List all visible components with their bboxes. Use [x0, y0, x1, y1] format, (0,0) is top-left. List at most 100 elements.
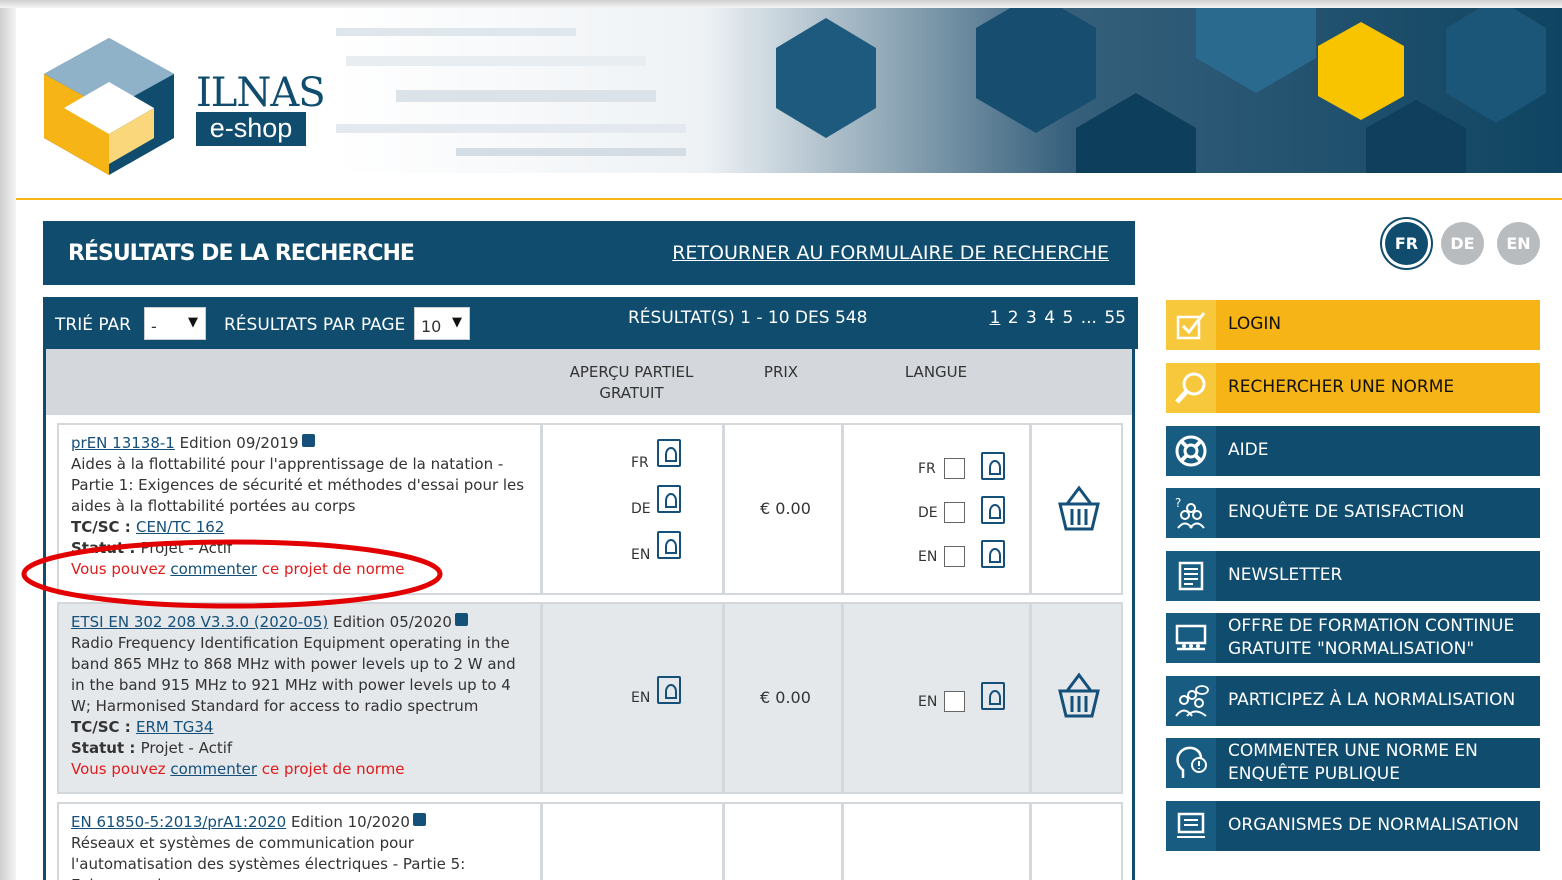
checkbox-icon	[1166, 300, 1216, 350]
pagination: 1 2 3 4 5 ... 55	[990, 308, 1126, 328]
menu-label: NEWSLETTER	[1228, 565, 1343, 585]
price-cell: € 0.00	[723, 423, 843, 595]
lang-fr-checkbox[interactable]	[944, 458, 965, 479]
menu-label-line2: GRATUITE "NORMALISATION"	[1228, 639, 1475, 659]
per-page-select[interactable]: 10 ▼	[414, 307, 470, 340]
preview-lang-en: EN	[631, 690, 651, 706]
row-description: ETSI EN 302 208 V3.3.0 (2020-05) Edition…	[57, 602, 542, 794]
price-cell: € 0.00	[723, 602, 843, 794]
lang-button-en[interactable]: EN	[1497, 222, 1540, 265]
pdf-icon[interactable]	[981, 682, 1005, 710]
menu-satisfaction-survey[interactable]: ? ENQUÊTE DE SATISFACTION	[1166, 488, 1540, 538]
lang-de: DE	[918, 505, 938, 521]
col-price: PRIX	[763, 363, 799, 381]
pdf-icon[interactable]	[657, 439, 681, 467]
result-count: RÉSULTAT(S) 1 - 10 DES 548	[628, 308, 868, 328]
page-link-last[interactable]: 55	[1104, 308, 1126, 328]
annotation-ellipse	[21, 539, 443, 609]
preview-lang-en: EN	[631, 547, 651, 563]
pdf-icon[interactable]	[657, 485, 681, 513]
preview-cell: EN	[541, 602, 724, 794]
page: ILNAS e-shop RÉSULTATS DE LA RECHERCHE R…	[0, 0, 1562, 880]
sort-select[interactable]: - ▼	[144, 307, 206, 340]
sort-value: -	[151, 317, 157, 336]
lang-en-checkbox[interactable]	[944, 546, 965, 567]
standard-title: Radio Frequency Identification Equipment…	[71, 634, 516, 715]
col-language: LANGUE	[904, 363, 968, 381]
rss-icon[interactable]	[412, 813, 426, 826]
results-toolbar: TRIÉ PAR - ▼ RÉSULTATS PAR PAGE 10 ▼ RÉS…	[46, 297, 1138, 349]
menu-newsletter[interactable]: NEWSLETTER	[1166, 551, 1540, 601]
menu-standards-bodies[interactable]: ORGANISMES DE NORMALISATION	[1166, 801, 1540, 851]
standard-link[interactable]: EN 61850-5:2013/prA1:2020	[71, 813, 286, 831]
menu-participate[interactable]: PARTICIPEZ À LA NORMALISATION	[1166, 676, 1540, 726]
menu-label: ENQUÊTE DE SATISFACTION	[1228, 502, 1465, 522]
standard-link[interactable]: ETSI EN 302 208 V3.3.0 (2020-05)	[71, 613, 328, 631]
back-to-search-link[interactable]: RETOURNER AU FORMULAIRE DE RECHERCHE	[672, 242, 1109, 264]
preview-lang-fr: FR	[631, 455, 649, 471]
language-cell	[842, 802, 1031, 880]
menu-label: RECHERCHER UNE NORME	[1228, 377, 1455, 397]
organisations-icon	[1166, 801, 1216, 851]
price: € 0.00	[760, 688, 811, 707]
status-value: Projet - Actif	[140, 739, 233, 757]
comment-post: ce projet de norme	[257, 760, 405, 778]
menu-label: COMMENTER UNE NORME EN ENQUÊTE PUBLIQUE	[1228, 740, 1478, 786]
menu-label: ORGANISMES DE NORMALISATION	[1228, 815, 1519, 835]
menu-search-standard[interactable]: RECHERCHER UNE NORME	[1166, 363, 1540, 413]
pdf-icon[interactable]	[657, 676, 681, 704]
comment-pre: Vous pouvez	[71, 760, 171, 778]
page-link-3[interactable]: 3	[1026, 308, 1037, 328]
training-icon	[1166, 613, 1216, 663]
comment-note: Vous pouvez commenter ce projet de norme	[71, 759, 532, 780]
edition: Edition 10/2020	[290, 813, 410, 831]
menu-comment-standard[interactable]: COMMENTER UNE NORME EN ENQUÊTE PUBLIQUE	[1166, 738, 1540, 788]
lang-button-de[interactable]: DE	[1441, 222, 1484, 265]
row-description: EN 61850-5:2013/prA1:2020 Edition 10/202…	[57, 802, 542, 880]
page-link-2[interactable]: 2	[1008, 308, 1019, 328]
participate-icon	[1166, 676, 1216, 726]
basket-cell	[1030, 802, 1123, 880]
result-row: ETSI EN 302 208 V3.3.0 (2020-05) Edition…	[57, 602, 1123, 794]
results-title: RÉSULTATS DE LA RECHERCHE	[68, 241, 415, 266]
rss-icon[interactable]	[454, 613, 468, 626]
basket-icon[interactable]	[1058, 672, 1100, 720]
col-preview: APERÇU PARTIEL GRATUIT	[559, 362, 704, 404]
sort-label: TRIÉ PAR	[55, 315, 131, 335]
pdf-icon[interactable]	[981, 452, 1005, 480]
menu-help[interactable]: AIDE	[1166, 426, 1540, 476]
rss-icon[interactable]	[301, 434, 315, 447]
lang-en-checkbox[interactable]	[944, 691, 965, 712]
pdf-icon[interactable]	[981, 540, 1005, 568]
comment-link[interactable]: commenter	[170, 760, 257, 778]
preview-lang-de: DE	[631, 501, 651, 517]
hexagon-banner	[336, 8, 1562, 173]
status-label: Statut :	[71, 739, 141, 757]
lang-button-fr[interactable]: FR	[1385, 222, 1428, 265]
menu-label-line1: COMMENTER UNE NORME EN	[1228, 741, 1478, 761]
per-page-value: 10	[421, 317, 442, 336]
pdf-icon[interactable]	[657, 531, 681, 559]
menu-login[interactable]: LOGIN	[1166, 300, 1540, 350]
committee-link[interactable]: ERM TG34	[136, 718, 213, 736]
page-link-1[interactable]: 1	[990, 308, 1001, 328]
page-link-4[interactable]: 4	[1044, 308, 1055, 328]
menu-label-line1: OFFRE DE FORMATION CONTINUE	[1228, 616, 1515, 636]
menu-label-line2: ENQUÊTE PUBLIQUE	[1228, 764, 1400, 784]
standard-link[interactable]: prEN 13138-1	[71, 434, 175, 452]
page-link-5[interactable]: 5	[1063, 308, 1074, 328]
standard-title: Réseaux et systèmes de communication pou…	[71, 834, 466, 880]
basket-cell	[1030, 602, 1123, 794]
pdf-icon[interactable]	[981, 496, 1005, 524]
price-cell	[723, 802, 843, 880]
eshop-label: e-shop	[196, 112, 306, 146]
edition: Edition 05/2020	[332, 613, 452, 631]
results-header: RÉSULTATS DE LA RECHERCHE RETOURNER AU F…	[43, 221, 1135, 285]
basket-icon[interactable]	[1058, 485, 1100, 533]
svg-text:?: ?	[1175, 496, 1181, 510]
standard-title: Aides à la flottabilité pour l'apprentis…	[71, 455, 525, 515]
lang-de-checkbox[interactable]	[944, 502, 965, 523]
header: ILNAS e-shop	[16, 8, 1562, 200]
col-preview-line1: APERÇU PARTIEL	[569, 363, 694, 381]
menu-training-offer[interactable]: OFFRE DE FORMATION CONTINUE GRATUITE "NOR…	[1166, 613, 1540, 663]
